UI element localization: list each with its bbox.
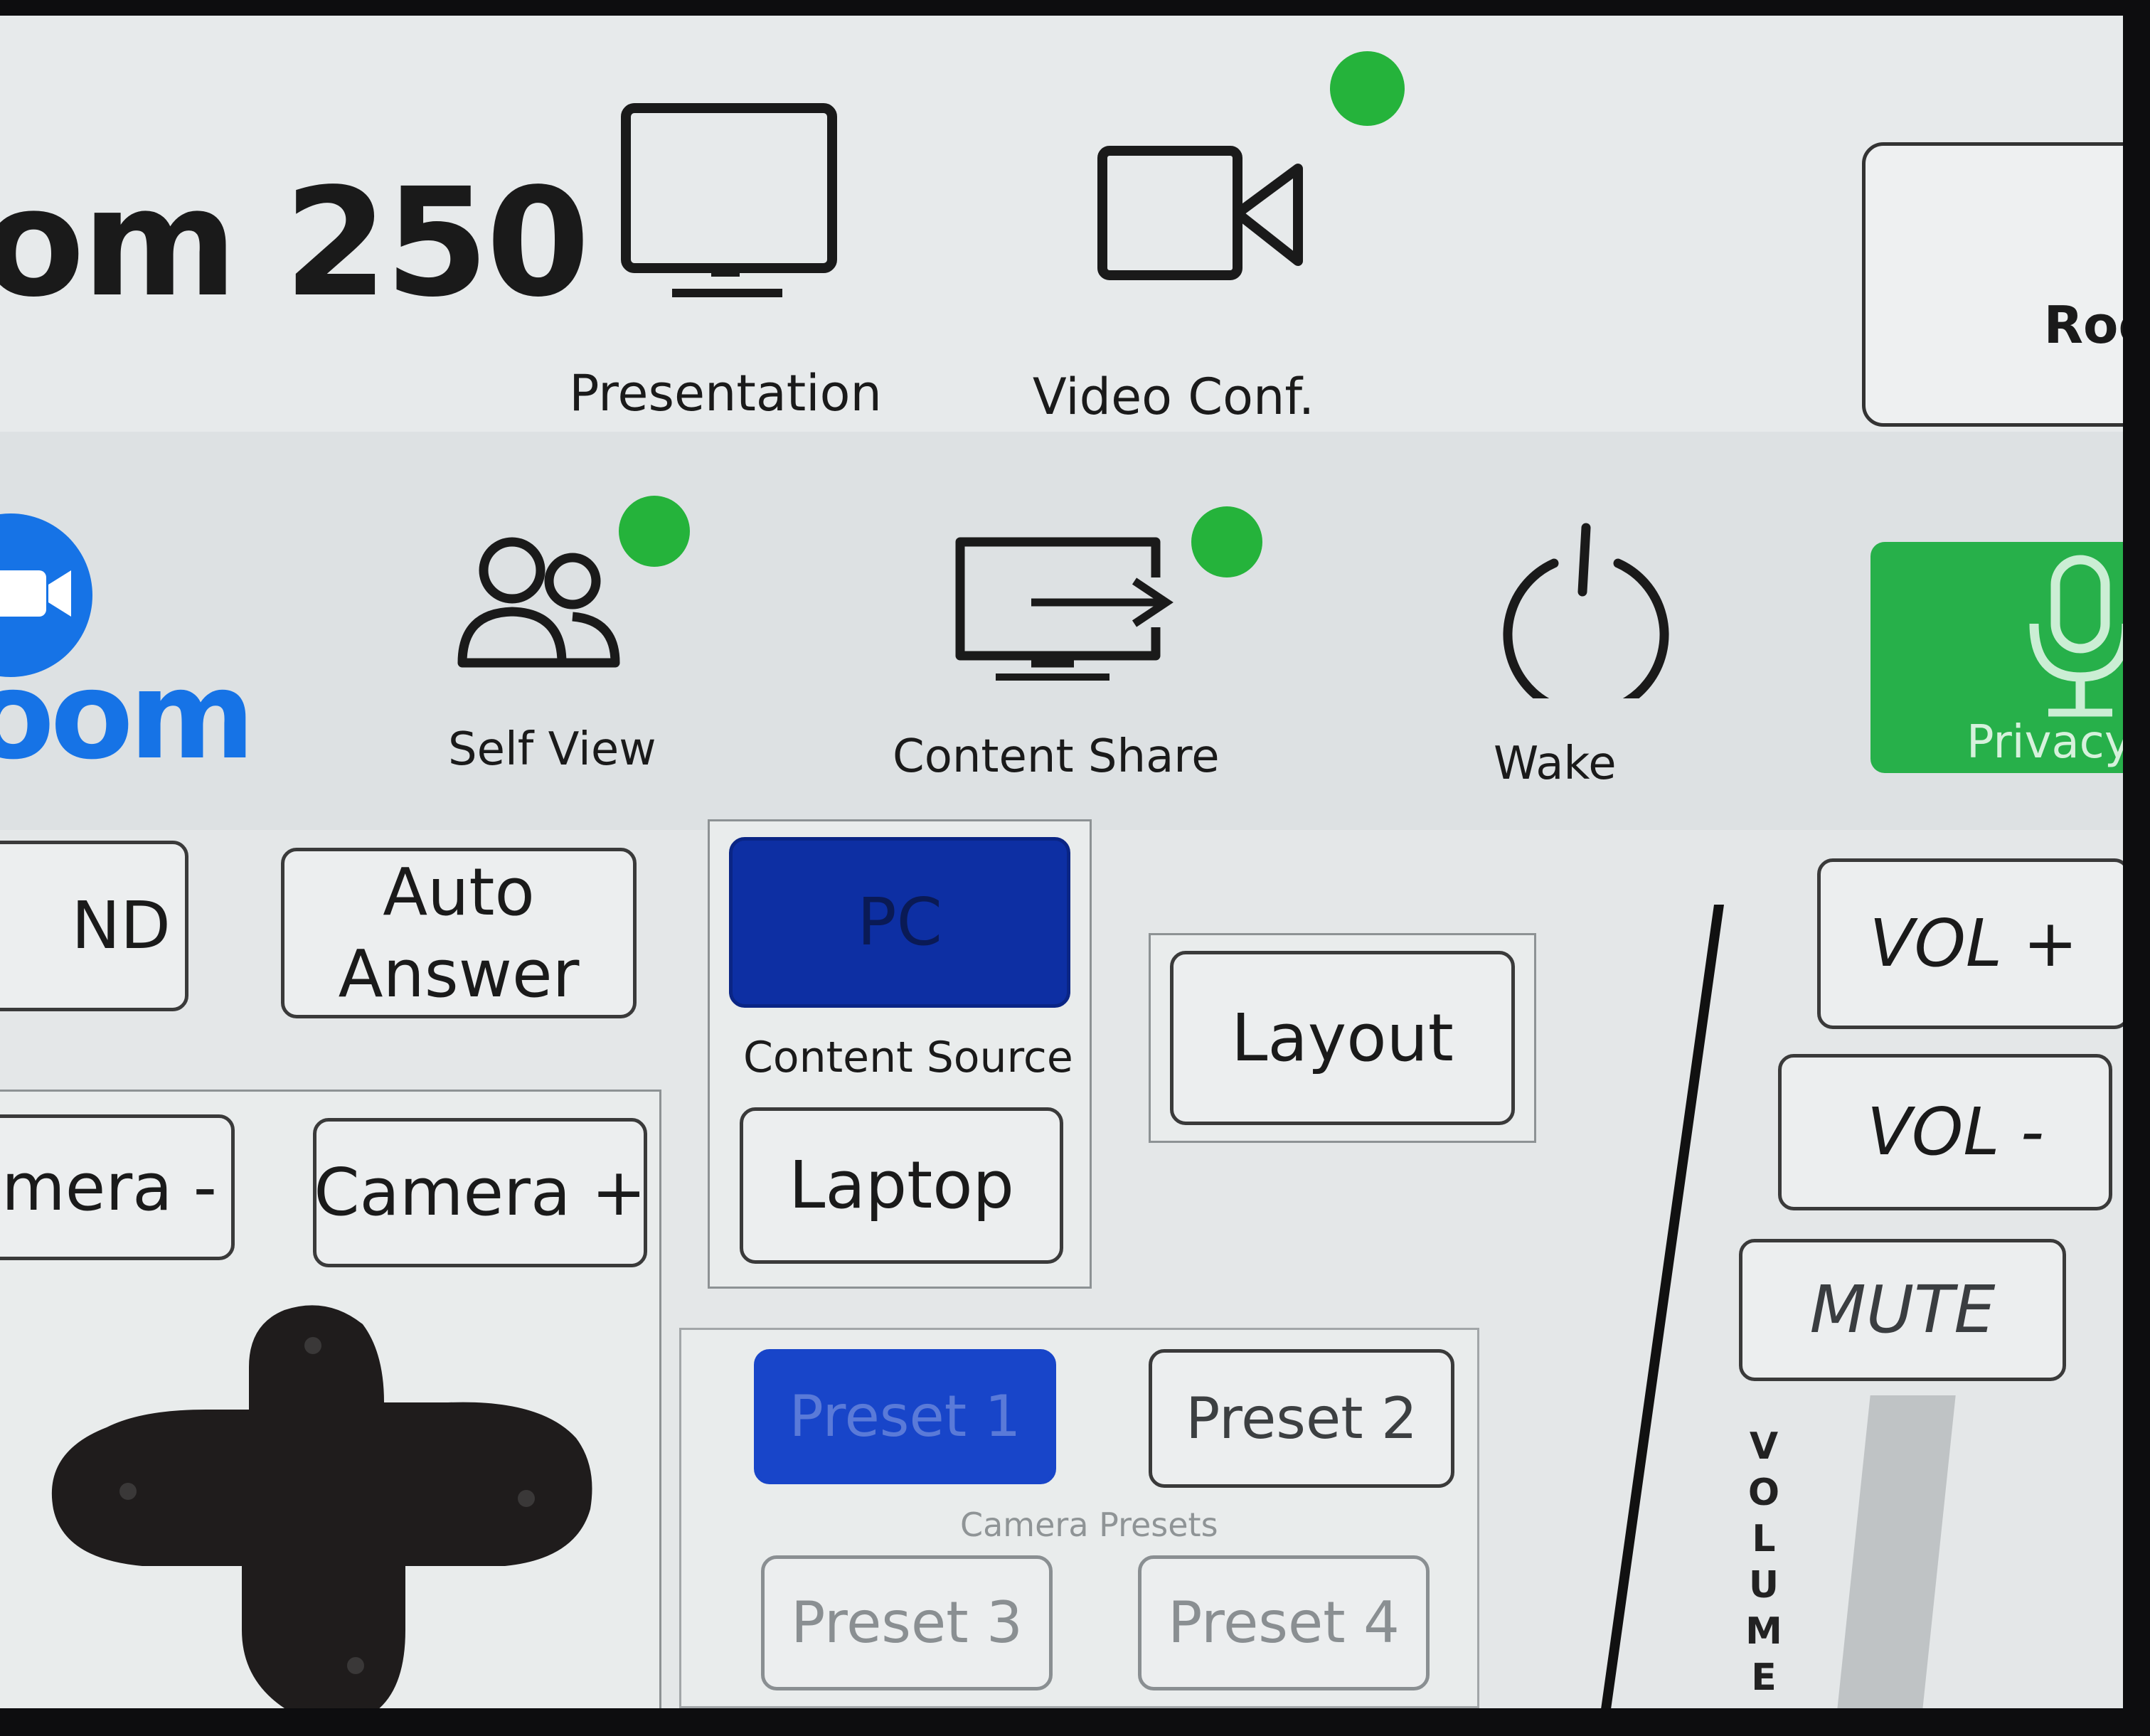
camera-minus-button[interactable]: mera - <box>0 1114 235 1260</box>
layout-button[interactable]: Layout <box>1170 951 1515 1125</box>
dpad-up-marker <box>304 1337 321 1354</box>
mode-video-conf-button[interactable]: Video Conf. <box>1010 101 1337 428</box>
volume-letter-o: O <box>1747 1471 1780 1514</box>
touch-panel-screen: om 250 Presentation Video Conf. Tu Room … <box>0 16 2123 1708</box>
preset-2-label: Preset 2 <box>1186 1385 1417 1452</box>
mode-presentation-label: Presentation <box>569 364 882 422</box>
preset-1-label: Preset 1 <box>789 1383 1021 1449</box>
people-icon <box>457 537 620 668</box>
content-source-pc-button[interactable]: PC <box>729 837 1070 1008</box>
video-conf-active-indicator <box>1330 51 1405 126</box>
volume-letter-m: M <box>1745 1610 1782 1653</box>
volume-up-label: VOL + <box>1869 905 2078 982</box>
content-share-icon <box>955 537 1174 681</box>
privacy-label: Privacy <box>1967 716 2123 769</box>
monitor-icon <box>621 103 837 297</box>
preset-2-button[interactable]: Preset 2 <box>1149 1349 1454 1488</box>
dpad-down-marker <box>347 1657 364 1674</box>
content-share-button[interactable]: Content Share <box>889 521 1230 791</box>
preset-3-button[interactable]: Preset 3 <box>761 1555 1053 1690</box>
dnd-label: ND <box>71 888 171 964</box>
volume-up-button[interactable]: VOL + <box>1817 858 2123 1029</box>
volume-letter-e: E <box>1751 1656 1777 1699</box>
auto-answer-button[interactable]: Auto Answer <box>281 848 637 1018</box>
turn-off-label-line2: Room <box>2043 295 2123 355</box>
camera-dpad[interactable] <box>50 1296 619 1708</box>
power-icon <box>1503 523 1669 698</box>
content-source-laptop-label: Laptop <box>789 1147 1014 1224</box>
dpad-cross-icon <box>51 1305 592 1708</box>
volume-caption: V O L U M E <box>1735 1424 1792 1701</box>
layout-label: Layout <box>1231 999 1454 1076</box>
mode-presentation-button[interactable]: Presentation <box>562 101 889 428</box>
self-view-label: Self View <box>448 723 656 776</box>
turn-room-off-button[interactable]: Tu Room <box>1862 142 2123 427</box>
content-source-caption: Content Source <box>743 1033 1073 1082</box>
volume-down-button[interactable]: VOL - <box>1778 1054 2112 1210</box>
mode-video-conf-label: Video Conf. <box>1032 368 1315 426</box>
microphone-icon <box>2029 555 2123 717</box>
mute-button[interactable]: MUTE <box>1739 1239 2066 1381</box>
wake-label: Wake <box>1494 737 1617 790</box>
volume-down-label: VOL - <box>1867 1094 2045 1171</box>
privacy-button[interactable]: Privacy <box>1870 542 2123 773</box>
preset-4-label: Preset 4 <box>1168 1589 1400 1656</box>
volume-letter-v: V <box>1749 1425 1779 1468</box>
content-source-laptop-button[interactable]: Laptop <box>740 1107 1063 1264</box>
camera-minus-label: mera - <box>1 1149 217 1225</box>
content-source-pc-label: PC <box>857 884 942 961</box>
volume-letter-l: L <box>1752 1518 1776 1560</box>
camera-plus-button[interactable]: Camera + <box>313 1118 647 1267</box>
dnd-button[interactable]: ND <box>0 841 188 1011</box>
self-view-active-indicator <box>619 496 690 567</box>
volume-letter-u: U <box>1748 1564 1779 1607</box>
content-share-active-indicator <box>1191 506 1262 577</box>
preset-3-label: Preset 3 <box>791 1589 1023 1656</box>
dpad-left-marker <box>119 1483 137 1500</box>
dpad-right-marker <box>518 1490 535 1507</box>
preset-1-button[interactable]: Preset 1 <box>754 1349 1056 1484</box>
camera-plus-label: Camera + <box>314 1154 646 1231</box>
wake-button[interactable]: Wake <box>1465 513 1707 798</box>
preset-4-button[interactable]: Preset 4 <box>1138 1555 1430 1690</box>
camera-presets-caption: Camera Presets <box>960 1506 1218 1544</box>
content-share-label: Content Share <box>893 730 1220 783</box>
video-camera-icon <box>1097 146 1303 280</box>
zoom-logo-text: oom <box>0 646 255 787</box>
room-title: om 250 <box>0 156 590 330</box>
mute-label: MUTE <box>1809 1272 1996 1348</box>
auto-answer-label: Auto Answer <box>338 854 580 1012</box>
